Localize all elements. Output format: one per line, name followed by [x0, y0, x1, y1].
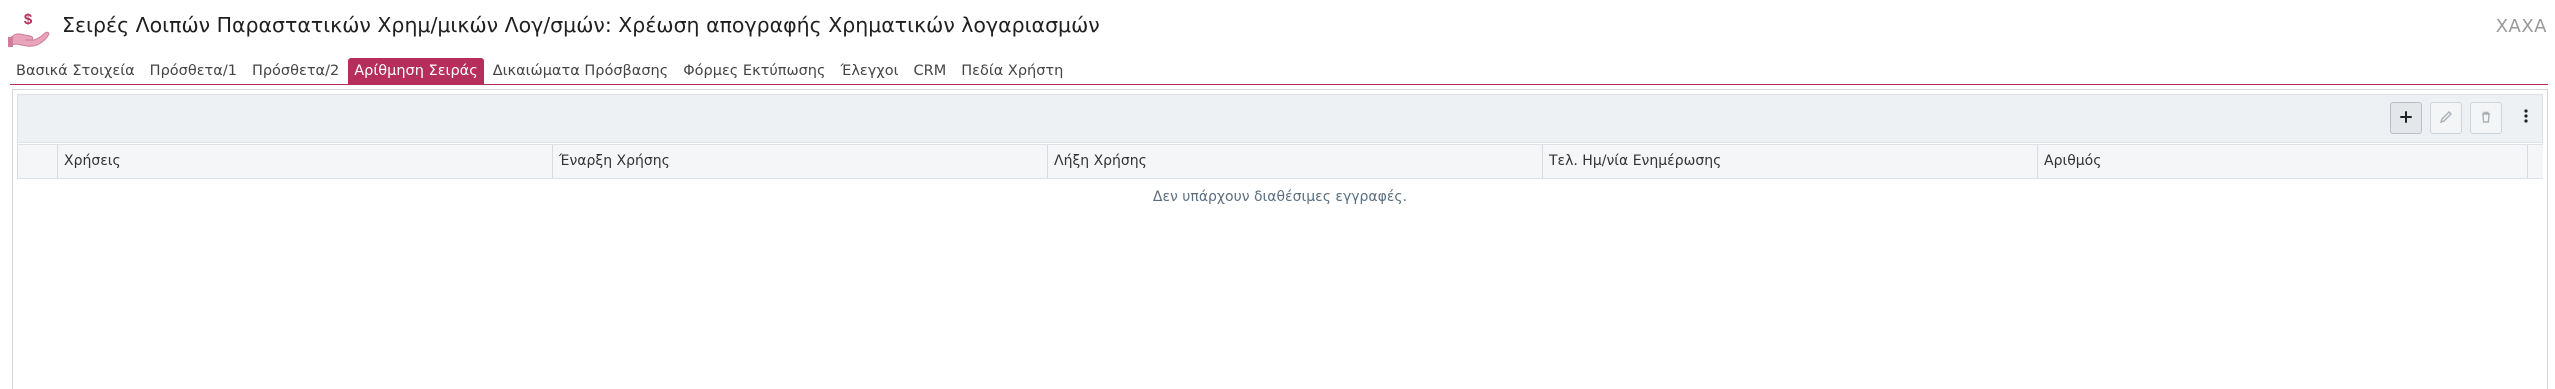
- tab-extra-2[interactable]: Πρόσθετα/2: [246, 58, 345, 84]
- plus-icon: [2399, 109, 2413, 128]
- svg-text:$: $: [24, 11, 33, 28]
- column-header-last-update[interactable]: Τελ. Ημ/νία Ενημέρωσης: [1542, 145, 2037, 178]
- tab-print-forms[interactable]: Φόρμες Εκτύπωσης: [677, 58, 831, 84]
- column-header-end[interactable]: Λήξη Χρήσης: [1047, 145, 1542, 178]
- page-header: $ Σειρές Λοιπών Παραστατικών Χρημ/μικών …: [0, 0, 2555, 56]
- selector-column: [17, 145, 57, 178]
- tab-checks[interactable]: Έλεγχοι: [835, 58, 905, 84]
- column-header-number[interactable]: Αριθμός: [2037, 145, 2527, 178]
- delete-button[interactable]: [2470, 102, 2502, 134]
- column-header-start[interactable]: Έναρξη Χρήσης: [552, 145, 1047, 178]
- grid-toolbar: [17, 94, 2543, 143]
- more-vertical-icon: [2523, 108, 2529, 128]
- tab-basic-info[interactable]: Βασικά Στοιχεία: [10, 58, 141, 84]
- pencil-icon: [2439, 109, 2453, 128]
- tab-user-fields[interactable]: Πεδία Χρήστη: [955, 58, 1069, 84]
- add-button[interactable]: [2390, 102, 2422, 134]
- tab-bar: Βασικά Στοιχεία Πρόσθετα/1 Πρόσθετα/2 Αρ…: [10, 58, 1072, 84]
- more-options-button[interactable]: [2514, 102, 2538, 134]
- trash-icon: [2479, 109, 2493, 128]
- edit-button[interactable]: [2430, 102, 2462, 134]
- tab-extra-1[interactable]: Πρόσθετα/1: [144, 58, 243, 84]
- tab-crm[interactable]: CRM: [908, 58, 953, 84]
- grid-body: Δεν υπάρχουν διαθέσιμες εγγραφές.: [17, 179, 2543, 379]
- numbering-panel: Χρήσεις Έναρξη Χρήσης Λήξη Χρήσης Τελ. Η…: [12, 89, 2548, 389]
- tab-underline: [10, 84, 2548, 85]
- user-label[interactable]: ΧΑΧΑ: [2496, 16, 2547, 37]
- grid-header: Χρήσεις Έναρξη Χρήσης Λήξη Χρήσης Τελ. Η…: [17, 144, 2543, 179]
- tab-series-numbering[interactable]: Αρίθμηση Σειράς: [348, 58, 484, 84]
- tab-access-rights[interactable]: Δικαιώματα Πρόσβασης: [487, 58, 675, 84]
- empty-message: Δεν υπάρχουν διαθέσιμες εγγραφές.: [1152, 189, 1408, 205]
- column-header-uses[interactable]: Χρήσεις: [57, 145, 552, 178]
- money-hand-icon: $: [8, 9, 50, 49]
- page-title: Σειρές Λοιπών Παραστατικών Χρημ/μικών Λο…: [62, 13, 1100, 37]
- scroll-spacer: [2527, 145, 2543, 178]
